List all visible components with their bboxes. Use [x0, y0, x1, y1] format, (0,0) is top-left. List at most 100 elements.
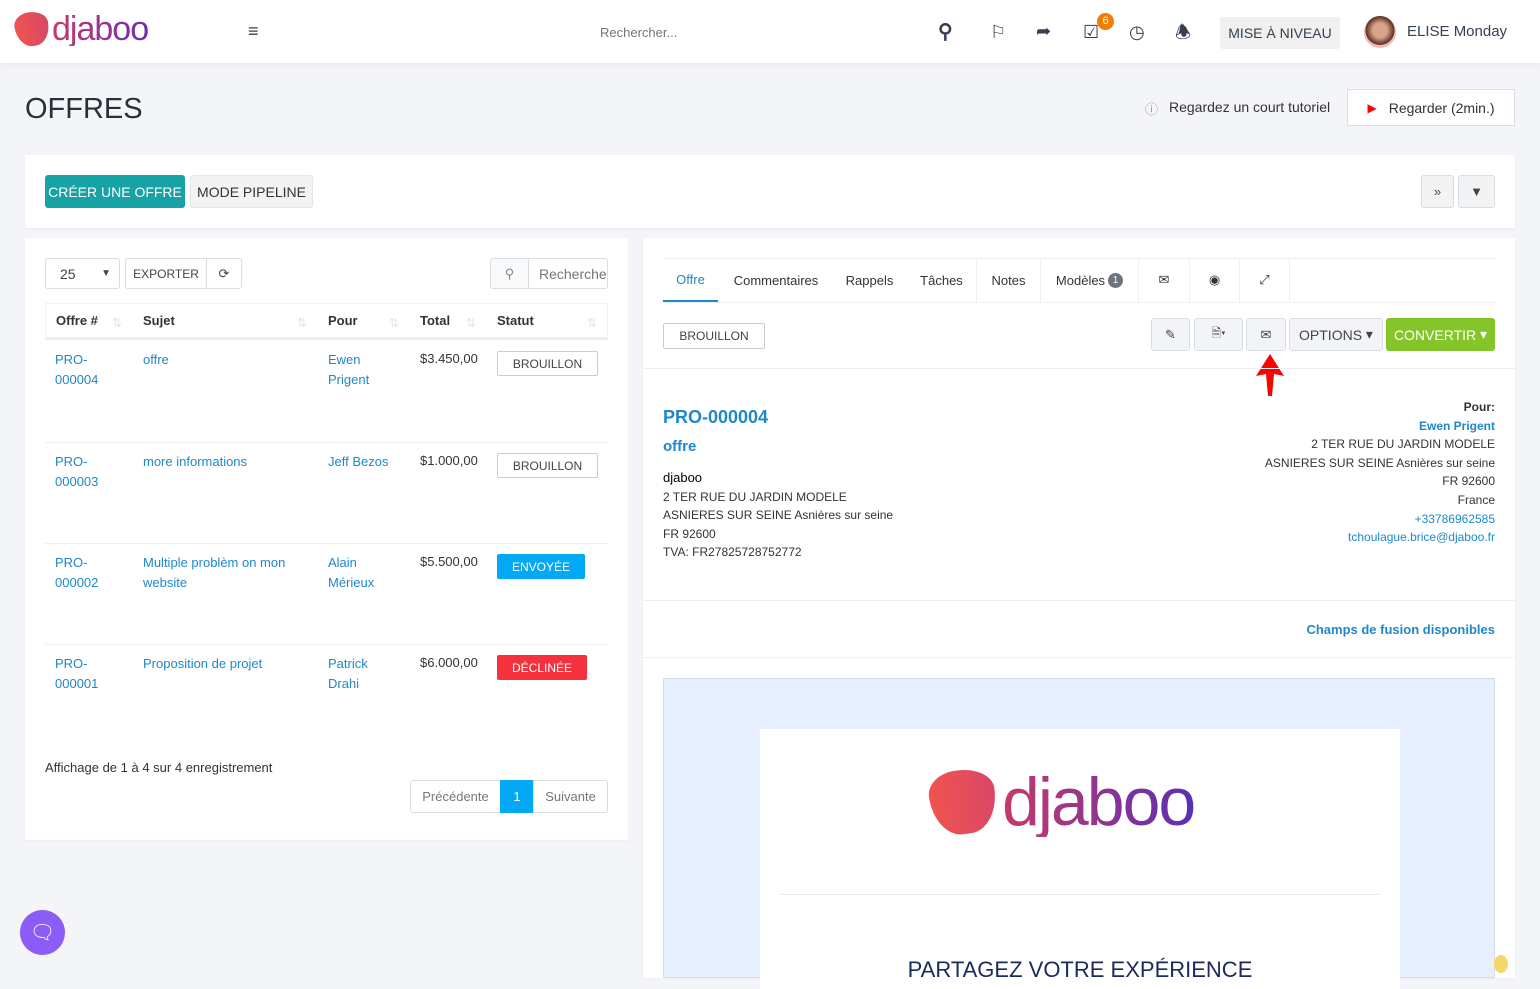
- sender-line: 2 TER RUE DU JARDIN MODELE: [663, 489, 847, 504]
- page-size-select[interactable]: 25 ▼: [45, 258, 120, 289]
- toolbar-card: CRÉER UNE OFFRE MODE PIPELINE » ▼: [25, 155, 1515, 228]
- col-subject[interactable]: Sujet: [143, 313, 175, 328]
- sender-line: FR 92600: [663, 526, 716, 541]
- logo-drop-icon: [925, 765, 1001, 839]
- offer-client[interactable]: Jeff Bezos: [328, 452, 388, 472]
- detail-status-badge: BROUILLON: [663, 323, 765, 349]
- user-avatar[interactable]: [1364, 16, 1396, 48]
- offer-subject[interactable]: more informations: [143, 452, 247, 472]
- offer-subject[interactable]: Multiple problèm on mon website: [143, 553, 313, 593]
- recipient-name[interactable]: Ewen Prigent: [1265, 417, 1495, 436]
- recipient-line: 2 TER RUE DU JARDIN MODELE: [1311, 437, 1495, 452]
- offer-id[interactable]: PRO- 000001: [55, 654, 98, 694]
- refresh-icon[interactable]: ⟳: [206, 258, 242, 289]
- offer-client[interactable]: Ewen Prigent: [328, 350, 369, 390]
- edit-pencil-icon[interactable]: [1494, 955, 1508, 973]
- share-icon[interactable]: ➦: [1036, 21, 1051, 41]
- recipient-line: FR 92600: [1442, 474, 1495, 489]
- options-label: OPTIONS: [1299, 326, 1363, 343]
- offer-id[interactable]: PRO- 000002: [55, 553, 98, 593]
- col-for[interactable]: Pour: [328, 313, 358, 328]
- sort-icon[interactable]: ⇅: [466, 316, 476, 330]
- previous-page-button[interactable]: Précédente: [410, 780, 501, 813]
- offer-subject[interactable]: Proposition de projet: [143, 654, 262, 674]
- options-dropdown[interactable]: OPTIONS ▾: [1289, 318, 1383, 351]
- tab-offer[interactable]: Offre: [663, 258, 718, 302]
- tab-templates-label: Modèles: [1055, 272, 1106, 288]
- edit-icon[interactable]: ✎: [1151, 318, 1190, 351]
- merge-fields-link[interactable]: Champs de fusion disponibles: [1306, 622, 1495, 637]
- filter-icon[interactable]: ▼: [1458, 175, 1495, 208]
- chat-support-button[interactable]: 🗨: [20, 910, 65, 955]
- offer-client[interactable]: Alain Mérieux: [328, 553, 374, 593]
- offer-total: $1.000,00: [420, 453, 478, 468]
- logo-drop-icon: [12, 9, 52, 49]
- divider: [643, 368, 1515, 369]
- col-total[interactable]: Total: [420, 313, 450, 328]
- user-name[interactable]: ELISE Monday: [1407, 23, 1507, 40]
- global-search-input[interactable]: [600, 20, 900, 44]
- sort-icon[interactable]: ⇅: [297, 316, 307, 330]
- tab-notes[interactable]: Notes: [977, 258, 1041, 302]
- sort-icon[interactable]: ⇅: [389, 316, 399, 330]
- recipient-line: ASNIERES SUR SEINE Asnières sur seine: [1264, 455, 1495, 470]
- create-offer-button[interactable]: CRÉER UNE OFFRE: [45, 175, 185, 208]
- tasks-badge: 6: [1097, 13, 1114, 30]
- search-icon[interactable]: ⚲: [938, 22, 953, 42]
- watch-tutorial-button[interactable]: ▶ Regarder (2min.): [1347, 89, 1515, 126]
- tab-tasks[interactable]: Tâches: [907, 258, 977, 302]
- chat-icon: 🗨: [29, 922, 56, 944]
- eye-icon[interactable]: ◉: [1190, 258, 1240, 302]
- sort-icon[interactable]: ⇅: [587, 316, 597, 330]
- status-badge: BROUILLON: [497, 351, 598, 376]
- status-badge: DÉCLINÉE: [497, 655, 587, 680]
- offer-id[interactable]: PRO- 000003: [55, 452, 98, 492]
- convert-dropdown[interactable]: CONVERTIR ▾: [1386, 318, 1495, 351]
- pipeline-mode-button[interactable]: MODE PIPELINE: [190, 175, 313, 208]
- upgrade-button[interactable]: MISE À NIVEAU: [1220, 17, 1340, 49]
- flag-icon[interactable]: ⚐: [990, 22, 1006, 42]
- tab-reminders[interactable]: Rappels: [832, 258, 907, 302]
- email-open-icon[interactable]: ✉: [1139, 258, 1190, 302]
- send-email-icon[interactable]: ✉: [1246, 318, 1286, 351]
- page-1-button[interactable]: 1: [500, 780, 534, 813]
- fullscreen-icon[interactable]: ⤢: [1240, 258, 1290, 302]
- status-badge: BROUILLON: [497, 453, 598, 478]
- recipient-phone[interactable]: +33786962585: [1265, 510, 1495, 529]
- expand-icon[interactable]: »: [1421, 175, 1454, 208]
- info-icon: ⓘ: [1145, 102, 1159, 117]
- recipient-address: Pour: Ewen Prigent 2 TER RUE DU JARDIN M…: [1265, 398, 1495, 547]
- red-arrow-annotation: [1256, 354, 1284, 396]
- col-status[interactable]: Statut: [497, 313, 534, 328]
- pagination-info: Affichage de 1 à 4 sur 4 enregistrement: [45, 760, 273, 775]
- row-divider: [45, 442, 608, 443]
- djaboo-logo[interactable]: djaboo: [12, 9, 149, 49]
- col-offer[interactable]: Offre #: [56, 313, 98, 328]
- tab-templates[interactable]: Modèles 1: [1041, 258, 1139, 302]
- menu-toggle-icon[interactable]: ≡: [248, 21, 259, 41]
- watch-label: Regarder (2min.): [1388, 99, 1495, 116]
- sort-icon[interactable]: ⇅: [112, 316, 122, 330]
- offer-number[interactable]: PRO-000004: [663, 407, 768, 428]
- offer-id[interactable]: PRO- 000004: [55, 350, 98, 390]
- logo-text: djaboo: [1002, 764, 1196, 840]
- clock-icon[interactable]: ◷: [1129, 22, 1145, 42]
- tasks-icon[interactable]: ☑: [1083, 22, 1099, 42]
- convert-label: CONVERTIR: [1393, 326, 1477, 343]
- play-icon: ▶: [1367, 100, 1377, 115]
- offer-client[interactable]: Patrick Drahi: [328, 654, 368, 694]
- recipient-email[interactable]: tchoulague.brice@djaboo.fr: [1265, 528, 1495, 547]
- logo-text: djaboo: [52, 10, 149, 48]
- page-title: OFFRES: [25, 93, 143, 125]
- tab-comments[interactable]: Commentaires: [720, 258, 832, 302]
- offer-subject-title: offre: [663, 438, 697, 455]
- pdf-dropdown-icon[interactable]: 🗎▾: [1194, 318, 1243, 351]
- list-search-input[interactable]: [528, 258, 608, 289]
- offer-subject[interactable]: offre: [143, 350, 169, 370]
- export-button[interactable]: EXPORTER: [125, 258, 207, 289]
- next-page-button[interactable]: Suivante: [533, 780, 608, 813]
- bell-icon[interactable]: 🕭: [1175, 22, 1191, 42]
- row-divider: [45, 644, 608, 645]
- row-divider: [45, 543, 608, 544]
- top-bar: djaboo ≡ ⚲ ⚐ ➦ ☑ 6 ◷ 🕭 MISE À NIVEAU ELI…: [0, 0, 1540, 63]
